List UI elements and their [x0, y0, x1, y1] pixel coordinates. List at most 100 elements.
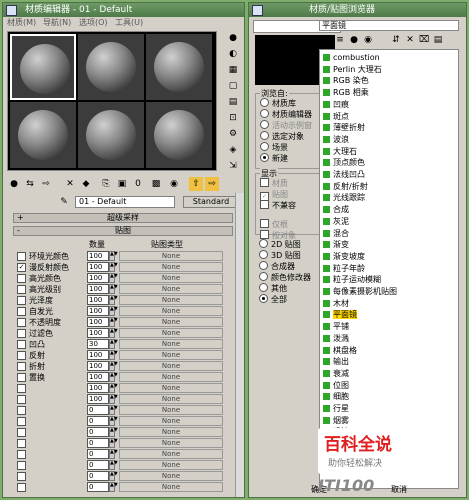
amount-spinner[interactable]: ▲▼: [109, 427, 118, 437]
map-amount-field[interactable]: 100: [87, 383, 109, 393]
map-amount-field[interactable]: 0: [87, 449, 109, 459]
browse-from-option[interactable]: 材质库: [260, 98, 296, 109]
map-enable-checkbox[interactable]: [17, 285, 26, 294]
amount-spinner[interactable]: ▲▼: [109, 372, 118, 382]
map-enable-checkbox[interactable]: ✓: [17, 263, 26, 272]
map-list-item[interactable]: 输出: [323, 356, 349, 367]
select-by-material-icon[interactable]: ◈: [225, 143, 241, 157]
map-amount-field[interactable]: 100: [87, 394, 109, 404]
amount-spinner[interactable]: ▲▼: [109, 361, 118, 371]
eyedropper-icon[interactable]: ✎: [57, 195, 71, 209]
map-amount-field[interactable]: 100: [87, 361, 109, 371]
map-slot-button[interactable]: None: [119, 427, 223, 437]
amount-spinner[interactable]: ▲▼: [109, 460, 118, 470]
uv-tiling-icon[interactable]: ▢: [225, 79, 241, 93]
get-material-icon[interactable]: ●: [7, 177, 21, 191]
reset-map-icon[interactable]: ✕: [63, 177, 77, 191]
map-enable-checkbox[interactable]: [17, 318, 26, 327]
put-to-scene-icon[interactable]: ⇆: [23, 177, 37, 191]
map-amount-field[interactable]: 100: [87, 273, 109, 283]
map-slot-button[interactable]: None: [119, 405, 223, 415]
view-large-icons-icon[interactable]: ◉: [361, 33, 375, 47]
show-end-result-icon[interactable]: ◉: [167, 177, 181, 191]
map-amount-field[interactable]: 100: [87, 251, 109, 261]
map-list-item[interactable]: 细胞: [323, 391, 349, 402]
map-enable-checkbox[interactable]: [17, 362, 26, 371]
amount-spinner[interactable]: ▲▼: [109, 328, 118, 338]
material-name-field[interactable]: 01 - Default: [75, 196, 175, 208]
menu-options[interactable]: 选项(O): [79, 17, 108, 29]
map-enable-checkbox[interactable]: [17, 351, 26, 360]
map-list-item[interactable]: 行星: [323, 403, 349, 414]
material-type-button[interactable]: Standard: [183, 196, 239, 208]
map-list-item[interactable]: 泼溅: [323, 333, 349, 344]
browse-from-option[interactable]: 新建: [260, 153, 288, 164]
browse-from-option[interactable]: 场景: [260, 142, 288, 153]
amount-spinner[interactable]: ▲▼: [109, 416, 118, 426]
map-enable-checkbox[interactable]: [17, 395, 26, 404]
amount-spinner[interactable]: ▲▼: [109, 317, 118, 327]
map-slot-button[interactable]: None: [119, 383, 223, 393]
map-enable-checkbox[interactable]: [17, 307, 26, 316]
sample-slot[interactable]: [146, 102, 212, 168]
map-slot-button[interactable]: None: [119, 438, 223, 448]
map-list-item[interactable]: 合成: [323, 204, 349, 215]
clear-library-icon[interactable]: ⌧: [417, 33, 431, 47]
map-list-item[interactable]: 薄壁折射: [323, 122, 365, 133]
map-filter-option[interactable]: 3D 贴图: [259, 250, 301, 261]
amount-spinner[interactable]: ▲▼: [109, 449, 118, 459]
sample-slot[interactable]: [146, 34, 212, 100]
update-scene-materials-icon[interactable]: ⇵: [389, 33, 403, 47]
map-list[interactable]: combustion Perlin 大理石 RGB 染色 RGB 相乘 凹痕 斑点 薄壁折射…: [319, 49, 459, 489]
amount-spinner[interactable]: ▲▼: [109, 394, 118, 404]
map-filter-option[interactable]: 其他: [259, 283, 287, 294]
sample-slot[interactable]: [78, 34, 144, 100]
cancel-button[interactable]: 取消: [379, 485, 419, 495]
show-option[interactable]: 不兼容: [260, 200, 296, 211]
map-amount-field[interactable]: 0: [87, 471, 109, 481]
map-slot-button[interactable]: None: [119, 295, 223, 305]
map-amount-field[interactable]: 100: [87, 284, 109, 294]
map-list-item[interactable]: 棋盘格: [323, 345, 357, 356]
map-list-item[interactable]: 渐变坡度: [323, 251, 365, 262]
map-list-item[interactable]: 每像素摄影机贴图: [323, 286, 397, 297]
map-list-item[interactable]: 顶点颜色: [323, 157, 365, 168]
map-list-item[interactable]: 大理石: [323, 146, 357, 157]
map-slot-button[interactable]: None: [119, 339, 223, 349]
map-enable-checkbox[interactable]: [17, 296, 26, 305]
material-id-icon[interactable]: 0: [131, 177, 145, 191]
map-enable-checkbox[interactable]: [17, 483, 26, 492]
put-to-library-icon[interactable]: ▣: [115, 177, 129, 191]
map-amount-field[interactable]: 100: [87, 350, 109, 360]
map-list-item[interactable]: 灰泥: [323, 216, 349, 227]
map-slot-button[interactable]: None: [119, 471, 223, 481]
go-forward-to-sibling-icon[interactable]: ⇨: [205, 177, 219, 191]
map-list-item[interactable]: Perlin 大理石: [323, 64, 382, 75]
map-slot-button[interactable]: None: [119, 482, 223, 492]
maps-rollout[interactable]: - 贴图: [13, 226, 233, 236]
amount-spinner[interactable]: ▲▼: [109, 471, 118, 481]
map-slot-button[interactable]: None: [119, 394, 223, 404]
map-list-item[interactable]: 法线凹凸: [323, 169, 365, 180]
map-list-item[interactable]: 凹痕: [323, 99, 349, 110]
map-filter-option[interactable]: 2D 贴图: [259, 239, 301, 250]
map-enable-checkbox[interactable]: [17, 428, 26, 437]
map-amount-field[interactable]: 0: [87, 482, 109, 492]
map-enable-checkbox[interactable]: [17, 252, 26, 261]
browse-from-option[interactable]: 选定对象: [260, 131, 304, 142]
amount-spinner[interactable]: ▲▼: [109, 438, 118, 448]
map-slot-button[interactable]: None: [119, 460, 223, 470]
show-map-in-viewport-icon[interactable]: ▩: [149, 177, 163, 191]
supersampling-rollout[interactable]: + 超级采样: [13, 213, 233, 223]
map-enable-checkbox[interactable]: [17, 417, 26, 426]
material-editor-titlebar[interactable]: 材质编辑器 - 01 - Default: [3, 3, 244, 17]
amount-spinner[interactable]: ▲▼: [109, 295, 118, 305]
delete-from-library-icon[interactable]: ✕: [403, 33, 417, 47]
make-preview-icon[interactable]: ⊡: [225, 111, 241, 125]
menu-navigation[interactable]: 导航(N): [43, 17, 71, 29]
options-icon[interactable]: ⚙: [225, 127, 241, 141]
video-color-check-icon[interactable]: ▤: [225, 95, 241, 109]
map-list-item[interactable]: 烟雾: [323, 415, 349, 426]
sample-slot[interactable]: [10, 102, 76, 168]
map-enable-checkbox[interactable]: [17, 439, 26, 448]
